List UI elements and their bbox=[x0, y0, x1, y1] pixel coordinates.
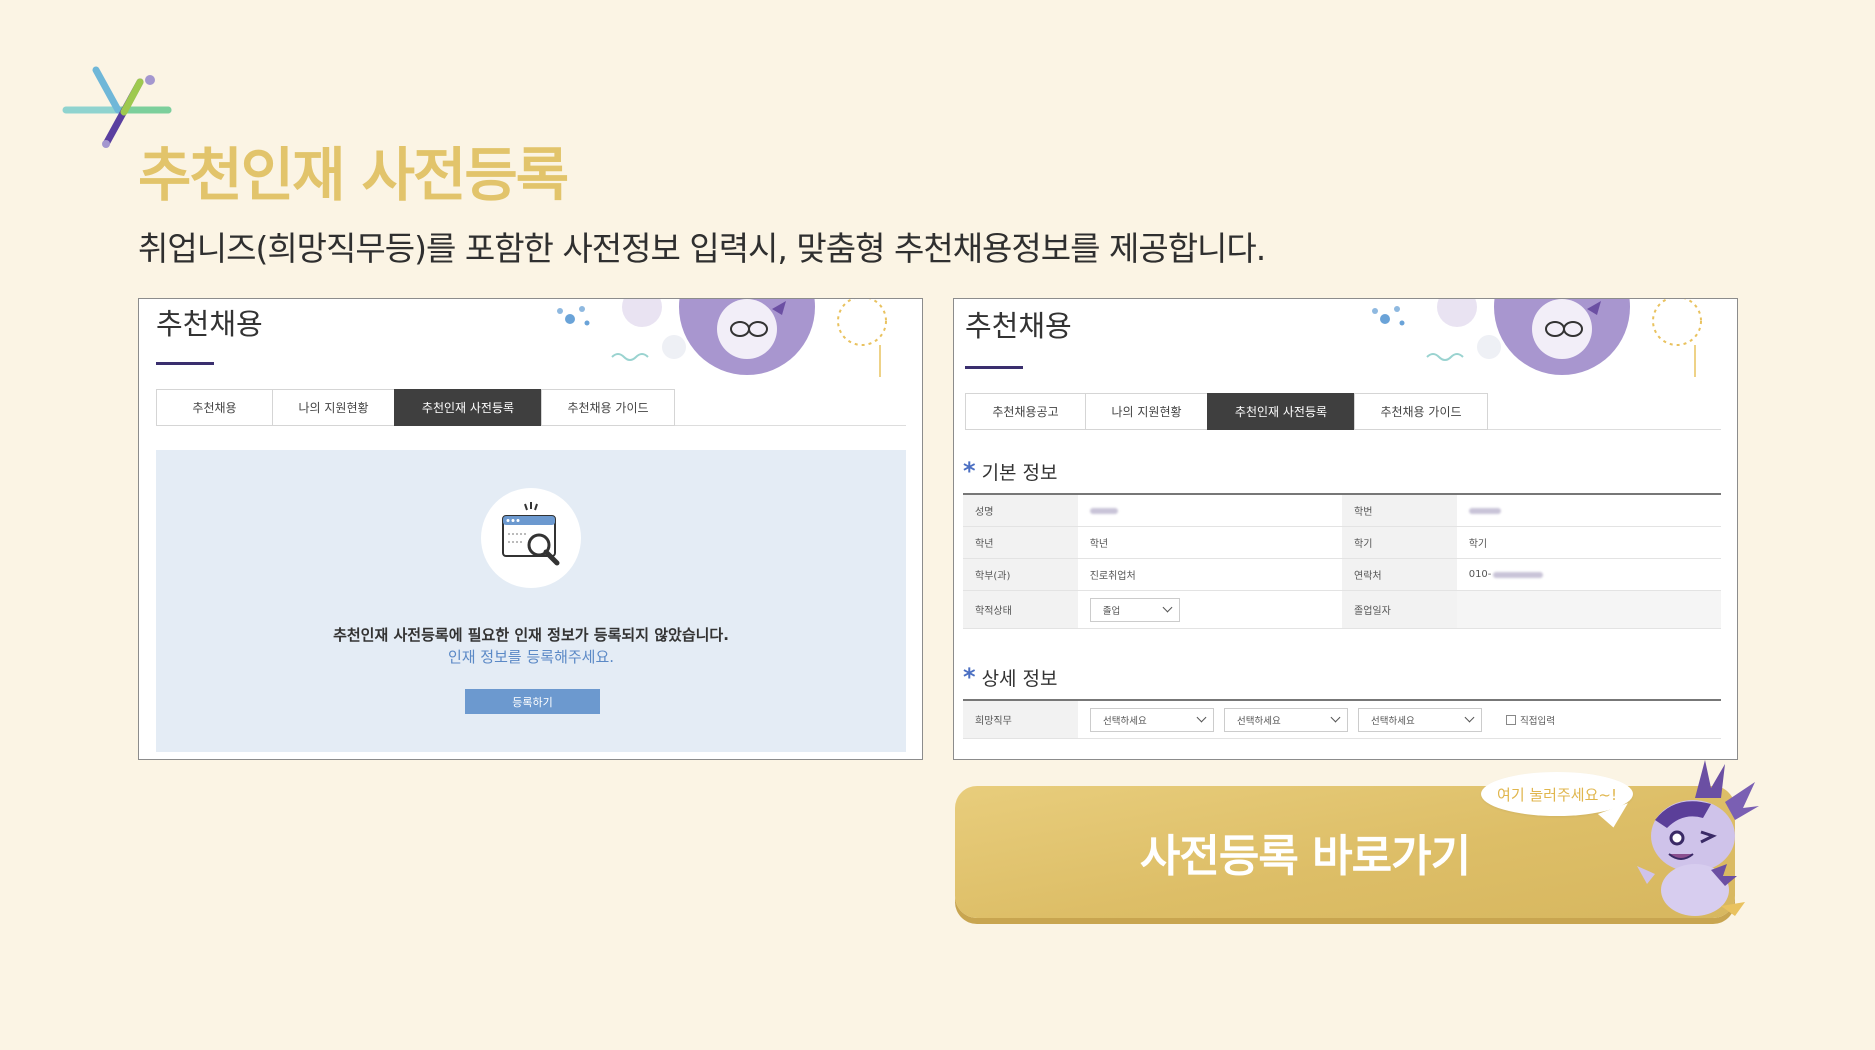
panel-title: 추천채용 bbox=[965, 309, 1072, 343]
field-label: 성명 bbox=[963, 495, 1078, 526]
field-label: 학기 bbox=[1342, 527, 1457, 558]
field-label: 학적상태 bbox=[963, 591, 1078, 628]
section-detail-info: * 상세 정보 bbox=[963, 663, 1058, 691]
direct-input-checkbox[interactable] bbox=[1506, 714, 1516, 725]
select-value: 선택하세요 bbox=[1237, 715, 1281, 727]
table-row: 학적상태 졸업 졸업일자 bbox=[963, 591, 1721, 629]
tab-bar: 추천채용공고 나의 지원현황 추천인재 사전등록 추천채용 가이드 bbox=[965, 393, 1721, 430]
chevron-down-icon bbox=[1162, 602, 1173, 613]
chevron-down-icon bbox=[1464, 712, 1475, 723]
empty-message: 추천인재 사전등록에 필요한 인재 정보가 등록되지 않았습니다. bbox=[333, 626, 729, 644]
tab-pre-registration[interactable]: 추천인재 사전등록 bbox=[1207, 393, 1354, 430]
tab-guide[interactable]: 추천채용 가이드 bbox=[1354, 393, 1488, 430]
field-label: 희망직무 bbox=[963, 701, 1078, 738]
direct-input-option[interactable]: 직접입력 bbox=[1506, 713, 1555, 727]
table-row: 성명 학번 bbox=[963, 495, 1721, 527]
table-row: 학부(과) 진로취업처 연락처 010- bbox=[963, 559, 1721, 591]
page-subtitle: 취업니즈(희망직무등)를 포함한 사전정보 입력시, 맞춤형 추천채용정보를 제… bbox=[138, 229, 1266, 268]
select-value: 선택하세요 bbox=[1371, 715, 1415, 727]
field-value: 진로취업처 bbox=[1089, 571, 1136, 582]
masked-value bbox=[1468, 507, 1501, 514]
section-title: 기본 정보 bbox=[981, 461, 1058, 484]
chevron-down-icon bbox=[1330, 712, 1341, 723]
cta-label: 사전등록 바로가기 bbox=[1139, 831, 1471, 882]
page-title: 추천인재 사전등록 bbox=[138, 141, 569, 209]
tab-recommend[interactable]: 추천채용 bbox=[156, 389, 272, 426]
dragon-mascot-icon bbox=[1637, 760, 1759, 916]
field-value: 학년 bbox=[1089, 539, 1109, 550]
tab-my-applications[interactable]: 나의 지원현황 bbox=[272, 389, 394, 426]
masked-value bbox=[1493, 571, 1544, 578]
field-label: 졸업일자 bbox=[1342, 591, 1457, 628]
panel-title: 추천채용 bbox=[156, 307, 263, 341]
status-select[interactable]: 졸업 bbox=[1089, 597, 1180, 622]
tab-recommend-notice[interactable]: 추천채용공고 bbox=[965, 393, 1085, 430]
tab-bar: 추천채용 나의 지원현황 추천인재 사전등록 추천채용 가이드 bbox=[156, 389, 906, 426]
browser-search-icon bbox=[502, 502, 560, 566]
job-select-1[interactable]: 선택하세요 bbox=[1090, 707, 1214, 732]
desired-job-selects: 선택하세요 선택하세요 선택하세요 직접입력 bbox=[1078, 701, 1555, 738]
header-decoration-icon bbox=[557, 299, 887, 377]
tab-guide[interactable]: 추천채용 가이드 bbox=[541, 389, 675, 426]
asterisk-icon: * bbox=[963, 663, 976, 691]
section-basic-info: * 기본 정보 bbox=[963, 457, 1058, 485]
masked-value bbox=[1089, 507, 1118, 514]
field-label: 학부(과) bbox=[963, 559, 1078, 590]
empty-state: 추천인재 사전등록에 필요한 인재 정보가 등록되지 않았습니다. 인재 정보를… bbox=[156, 450, 906, 752]
select-value: 선택하세요 bbox=[1103, 715, 1147, 727]
table-row: 희망직무 선택하세요 선택하세요 선택하세요 직접입력 bbox=[963, 701, 1721, 739]
field-label: 학년 bbox=[963, 527, 1078, 558]
empty-submessage: 인재 정보를 등록해주세요. bbox=[447, 648, 615, 666]
basic-info-table: 성명 학번 학년 학년 학기 학기 학부(과) 진로취업처 연락처 010- 학… bbox=[963, 493, 1721, 629]
detail-info-table: 희망직무 선택하세요 선택하세요 선택하세요 직접입력 bbox=[963, 699, 1721, 739]
title-underline bbox=[965, 366, 1023, 369]
checkbox-label: 직접입력 bbox=[1520, 715, 1555, 727]
section-title: 상세 정보 bbox=[981, 667, 1058, 690]
name-value bbox=[1078, 495, 1342, 526]
field-label: 학번 bbox=[1342, 495, 1457, 526]
phone-value: 010- bbox=[1457, 559, 1721, 590]
speech-bubble-text: 여기 눌러주세요~! bbox=[1497, 785, 1617, 804]
job-select-3[interactable]: 선택하세요 bbox=[1358, 707, 1482, 732]
screenshot-panel-form: 추천채용 추천채용공고 나의 지원현황 추천인재 사전등록 추천채용 가이드 *… bbox=[953, 298, 1738, 760]
screenshot-panel-empty: 추천채용 추천채용 나의 지원현황 추천인재 사전등록 추천채용 가이드 추천인… bbox=[138, 298, 923, 760]
tab-pre-registration[interactable]: 추천인재 사전등록 bbox=[394, 389, 541, 426]
job-select-2[interactable]: 선택하세요 bbox=[1224, 707, 1348, 732]
student-id-value bbox=[1457, 495, 1721, 526]
field-value: 졸업 bbox=[1078, 591, 1342, 628]
title-underline bbox=[156, 362, 214, 365]
field-value: 학기 bbox=[1468, 539, 1488, 550]
phone-prefix: 010- bbox=[1468, 569, 1492, 580]
graduation-date-value bbox=[1456, 591, 1721, 628]
select-value: 졸업 bbox=[1102, 605, 1121, 617]
empty-state-icon-wrap bbox=[481, 488, 581, 588]
asterisk-icon: * bbox=[963, 457, 976, 485]
chevron-down-icon bbox=[1196, 712, 1207, 723]
tab-my-applications[interactable]: 나의 지원현황 bbox=[1085, 393, 1207, 430]
table-row: 학년 학년 학기 학기 bbox=[963, 527, 1721, 559]
header-decoration-icon bbox=[1372, 299, 1702, 377]
register-button[interactable]: 등록하기 bbox=[465, 689, 600, 714]
field-label: 연락처 bbox=[1342, 559, 1457, 590]
